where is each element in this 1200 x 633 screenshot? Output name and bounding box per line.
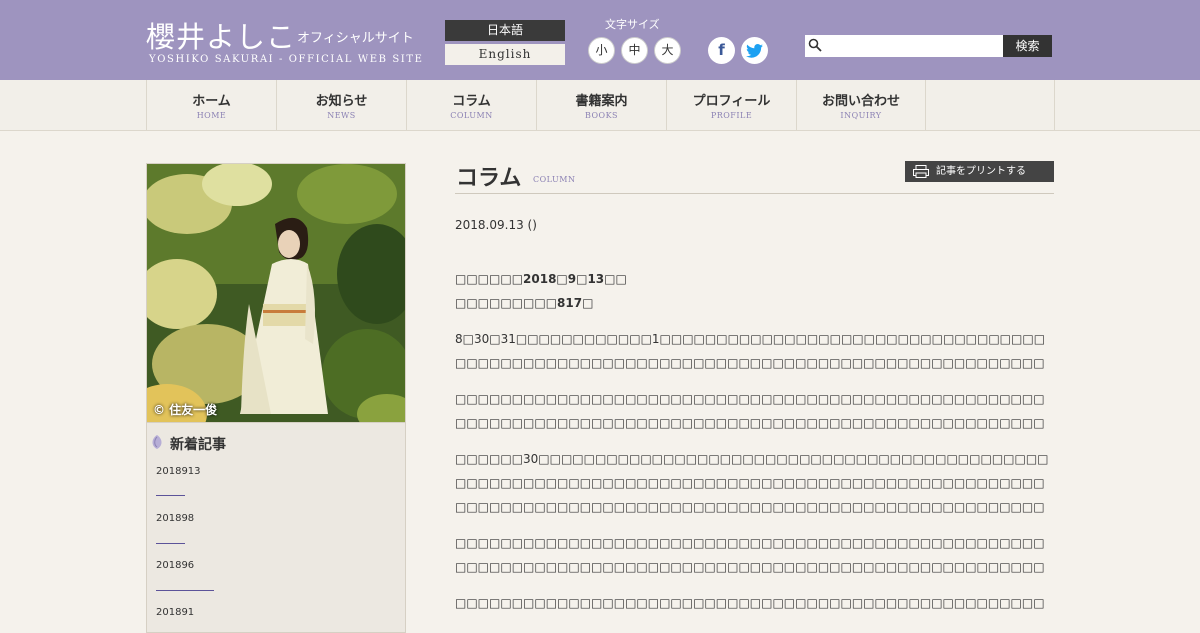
sidebar-recent-item[interactable]: 201891: [156, 607, 194, 618]
nav-item-column[interactable]: コラム COLUMN: [406, 80, 536, 130]
sidebar-item-underline: [156, 495, 185, 496]
nav-label: お知らせ: [315, 94, 368, 109]
nav-label: お問い合わせ: [821, 94, 900, 109]
article-source-line: □□□□□□2018□9□13□□: [455, 272, 627, 286]
nav-item-news[interactable]: お知らせ NEWS: [276, 80, 406, 130]
site-header: 櫻井よしこ オフィシャルサイト YOSHIKO SAKURAI - OFFICI…: [0, 0, 1200, 80]
nav-sublabel: COLUMN: [450, 111, 493, 120]
sidebar-item-underline: [156, 590, 214, 591]
flower-petal-icon: [152, 435, 162, 449]
profile-photo-image: [147, 164, 405, 422]
nav-label: ホーム: [192, 94, 231, 109]
article-paragraph: 8□30□31□□□□□□□□□□□□1□□□□□□□□□□□□□□□□□□□□…: [455, 332, 1046, 370]
article-paragraph: □□□□□□30□□□□□□□□□□□□□□□□□□□□□□□□□□□□□□□□…: [455, 452, 1049, 514]
nav-item-home[interactable]: ホーム HOME: [146, 80, 276, 130]
sidebar-recent-item[interactable]: 201898: [156, 513, 194, 524]
facebook-icon[interactable]: f: [708, 37, 735, 64]
font-size-label: 文字サイズ: [605, 18, 660, 31]
profile-photo: © 住友一俊: [146, 163, 406, 423]
site-logo-subtitle: オフィシャルサイト: [297, 31, 414, 46]
language-japanese-button[interactable]: 日本語: [445, 20, 565, 41]
print-article-button[interactable]: 記事をプリントする: [905, 161, 1054, 182]
printer-icon: [913, 165, 929, 178]
nav-divider: [1054, 80, 1055, 130]
font-size-large-button[interactable]: 大: [654, 37, 681, 64]
article-paragraph: □□□□□□□□□□□□□□□□□□□□□□□□□□□□□□□□□□□□□□□□…: [455, 536, 1045, 574]
article-issue-line: □□□□□□□□□817□: [455, 296, 594, 310]
nav-label: プロフィール: [692, 94, 771, 109]
sidebar-title: 新着記事: [170, 437, 226, 453]
site-logo[interactable]: 櫻井よしこ: [146, 14, 296, 56]
nav-sublabel: HOME: [196, 111, 227, 120]
article-paragraph: □□□□□□□□□□□□□□□□□□□□□□□□□□□□□□□□□□□□□□□□…: [455, 392, 1045, 430]
sidebar-recent-item[interactable]: 201896: [156, 560, 194, 571]
search-button[interactable]: 検索: [1003, 35, 1052, 57]
search-icon: [808, 38, 822, 52]
nav-sublabel: NEWS: [327, 111, 356, 120]
site-logo-english: YOSHIKO SAKURAI - OFFICIAL WEB SITE: [149, 54, 424, 65]
nav-item-books[interactable]: 書籍案内 BOOKS: [536, 80, 666, 130]
nav-sublabel: BOOKS: [584, 111, 619, 120]
page-title-english: COLUMN: [533, 175, 576, 184]
main-navigation: ホーム HOME お知らせ NEWS コラム COLUMN 書籍案内 BOOKS…: [0, 80, 1200, 131]
nav-label: 書籍案内: [575, 94, 628, 109]
nav-sublabel: INQUIRY: [840, 111, 882, 120]
title-divider: [455, 193, 1054, 194]
article-paragraph: □□□□□□□□□□□□□□□□□□□□□□□□□□□□□□□□□□□□□□□□…: [455, 596, 1045, 610]
language-english-button[interactable]: English: [445, 44, 565, 65]
sidebar-item-underline: [156, 543, 185, 544]
font-size-medium-button[interactable]: 中: [621, 37, 648, 64]
sidebar-recent-item[interactable]: 2018913: [156, 466, 201, 477]
article-date: 2018.09.13 (): [455, 218, 537, 232]
page-title: コラム: [456, 165, 522, 191]
nav-item-inquiry[interactable]: お問い合わせ INQUIRY: [796, 80, 926, 130]
nav-sublabel: PROFILE: [710, 111, 753, 120]
search-input[interactable]: [805, 35, 1003, 57]
sidebar-recent-box: [146, 423, 406, 633]
twitter-icon[interactable]: [741, 37, 768, 64]
nav-label: コラム: [452, 94, 491, 109]
print-button-label: 記事をプリントする: [936, 166, 1026, 177]
photo-credit: © 住友一俊: [153, 403, 218, 417]
nav-item-profile[interactable]: プロフィール PROFILE: [666, 80, 796, 130]
font-size-small-button[interactable]: 小: [588, 37, 615, 64]
